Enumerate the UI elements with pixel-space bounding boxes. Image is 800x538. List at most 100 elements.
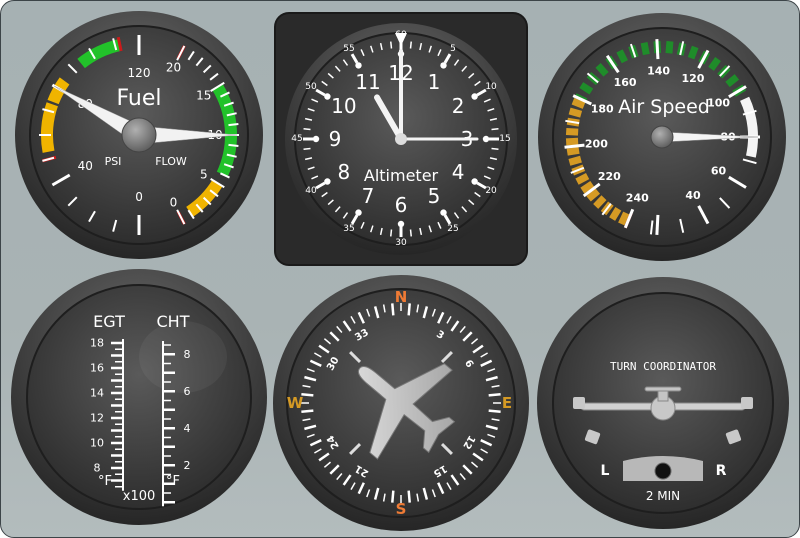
altimeter-hour-number: 2 [452, 94, 465, 118]
airspeed-green-segment [616, 49, 628, 64]
altimeter-minute-label: 35 [343, 224, 354, 234]
altimeter-minute-tick [409, 41, 412, 49]
airspeed-tick-label: 180 [591, 103, 614, 116]
altimeter-hour-number: 10 [331, 94, 356, 118]
altimeter-minute-tick [409, 229, 412, 237]
fuel-flow-tick-label: 20 [166, 60, 181, 74]
compass-east-label: E [502, 394, 512, 412]
airspeed-tick-label: 200 [585, 137, 608, 150]
altimeter-hour-dot [355, 209, 362, 216]
altimeter-minute-label: 55 [343, 44, 354, 54]
altimeter-minute-label: 50 [305, 82, 317, 92]
altimeter-minute-label: 40 [305, 186, 317, 196]
altimeter-hour-number: 1 [428, 70, 441, 94]
altimeter-hour-dot [324, 93, 331, 100]
fuel-flow-tick-label: 0 [170, 196, 178, 210]
altimeter-hour-number: 6 [395, 193, 408, 217]
altimeter-minute-label: 30 [395, 238, 407, 248]
fuel-gauge: 1208040020151050 Fuel PSI FLOW [15, 11, 263, 259]
altimeter-hour-dot [482, 135, 490, 143]
egt-multiplier: x100 [123, 489, 156, 504]
egt-cht-face [26, 284, 252, 510]
altimeter-hour-dot [355, 62, 362, 69]
egt-tick-label: 8 [94, 462, 101, 475]
altimeter-minute-label: 45 [291, 134, 302, 144]
fuel-psi-tick-label: 0 [135, 190, 143, 204]
airspeed-title: Air Speed [618, 96, 710, 118]
airspeed-tick-label: 160 [614, 76, 637, 89]
airspeed-tick-label: 60 [711, 164, 727, 177]
airspeed-amber-segment [568, 107, 583, 118]
altimeter-minute-label: 5 [450, 44, 456, 54]
cht-label: CHT [157, 312, 190, 331]
egt-tick-label: 10 [90, 437, 104, 450]
egt-tick-label: 16 [90, 362, 104, 375]
altimeter-hour-dot [312, 135, 320, 143]
airspeed-amber-segment [568, 155, 582, 166]
airspeed-amber-segment [571, 97, 586, 109]
altimeter-hour-number: 5 [428, 184, 441, 208]
altimeter-minute-label: 25 [447, 224, 458, 234]
airspeed-tick-label: 240 [626, 192, 649, 205]
altimeter-hour-dot [471, 178, 478, 185]
compass-tick [391, 490, 395, 503]
fuel-flow-tick-label: 5 [200, 168, 208, 182]
turn-right-label: R [716, 463, 727, 479]
compass-tick [407, 490, 411, 503]
instrument-panel: 1208040020151050 Fuel PSI FLOW 605101520… [0, 0, 800, 538]
airspeed-tick [564, 143, 585, 149]
altimeter-hub [395, 133, 407, 145]
altimeter-minute-tick [303, 128, 311, 131]
airspeed-tick-label: 140 [647, 65, 670, 78]
altimeter-hour-number: 8 [337, 160, 350, 184]
egt-cht-gauge: EGT CHT 18 16 14 12 10 8 8 6 4 2 °F °F x100 [11, 269, 267, 525]
altimeter-hour-dot [471, 93, 478, 100]
altimeter-minute-label: 15 [499, 134, 510, 144]
compass-tick [407, 303, 411, 316]
egt-label: EGT [93, 312, 125, 331]
airspeed-amber-segment [565, 127, 579, 136]
egt-tick-label: 18 [90, 337, 104, 350]
airspeed-amber-segment [575, 172, 590, 185]
altimeter-hour-dot [440, 62, 447, 69]
airspeed-tick-label: 100 [707, 97, 730, 110]
altimeter-hour-number: 7 [362, 184, 375, 208]
fuel-hub [121, 117, 157, 153]
airspeed-tick [655, 214, 660, 235]
fuel-flow-label: FLOW [155, 155, 187, 168]
altimeter-minute-tick [390, 41, 393, 49]
egt-tick-label: 14 [90, 387, 104, 400]
turn-coordinator: TURN COORDINATOR L R 2 MIN [537, 277, 789, 529]
fuel-title: Fuel [116, 86, 161, 111]
altimeter-minute-tick [303, 147, 311, 150]
airspeed-tick-label: 40 [685, 189, 701, 202]
airspeed-amber-segment [565, 137, 579, 146]
cht-tick-label: 4 [184, 422, 191, 435]
altimeter-minute-label: 20 [485, 186, 497, 196]
cht-tick-label: 6 [184, 385, 191, 398]
airspeed-amber-segment [618, 211, 630, 226]
altimeter-gauge: 60510152025303540455055121234567891011 A… [274, 12, 528, 266]
airspeed-gauge: 240220200180160140120100806040 Air Speed [538, 13, 786, 261]
airspeed-green-segment [687, 45, 699, 60]
airspeed-green-segment [665, 41, 674, 54]
altimeter-hour-dot [440, 209, 447, 216]
compass-west-label: W [287, 394, 304, 412]
altimeter-hour-number: 9 [329, 127, 342, 151]
altimeter-minute-tick [491, 147, 499, 150]
airspeed-green-segment [640, 42, 650, 56]
turn-left-label: L [601, 463, 610, 479]
fuel-flow-tick [228, 143, 239, 147]
turn-time-label: 2 MIN [646, 489, 680, 503]
altimeter-hour-dot [324, 178, 331, 185]
altimeter-minute-label: 10 [485, 82, 497, 92]
fuel-flow-tick [228, 123, 239, 127]
cht-tick-label: 2 [184, 459, 191, 472]
airspeed-tick-label: 220 [598, 170, 621, 183]
altimeter-title: Altimeter [364, 166, 439, 185]
airspeed-tick [655, 39, 660, 60]
cht-unit: °F [166, 474, 180, 489]
compass-tick [488, 393, 501, 397]
airspeed-hub [650, 125, 674, 149]
turn-title: TURN COORDINATOR [610, 360, 716, 373]
